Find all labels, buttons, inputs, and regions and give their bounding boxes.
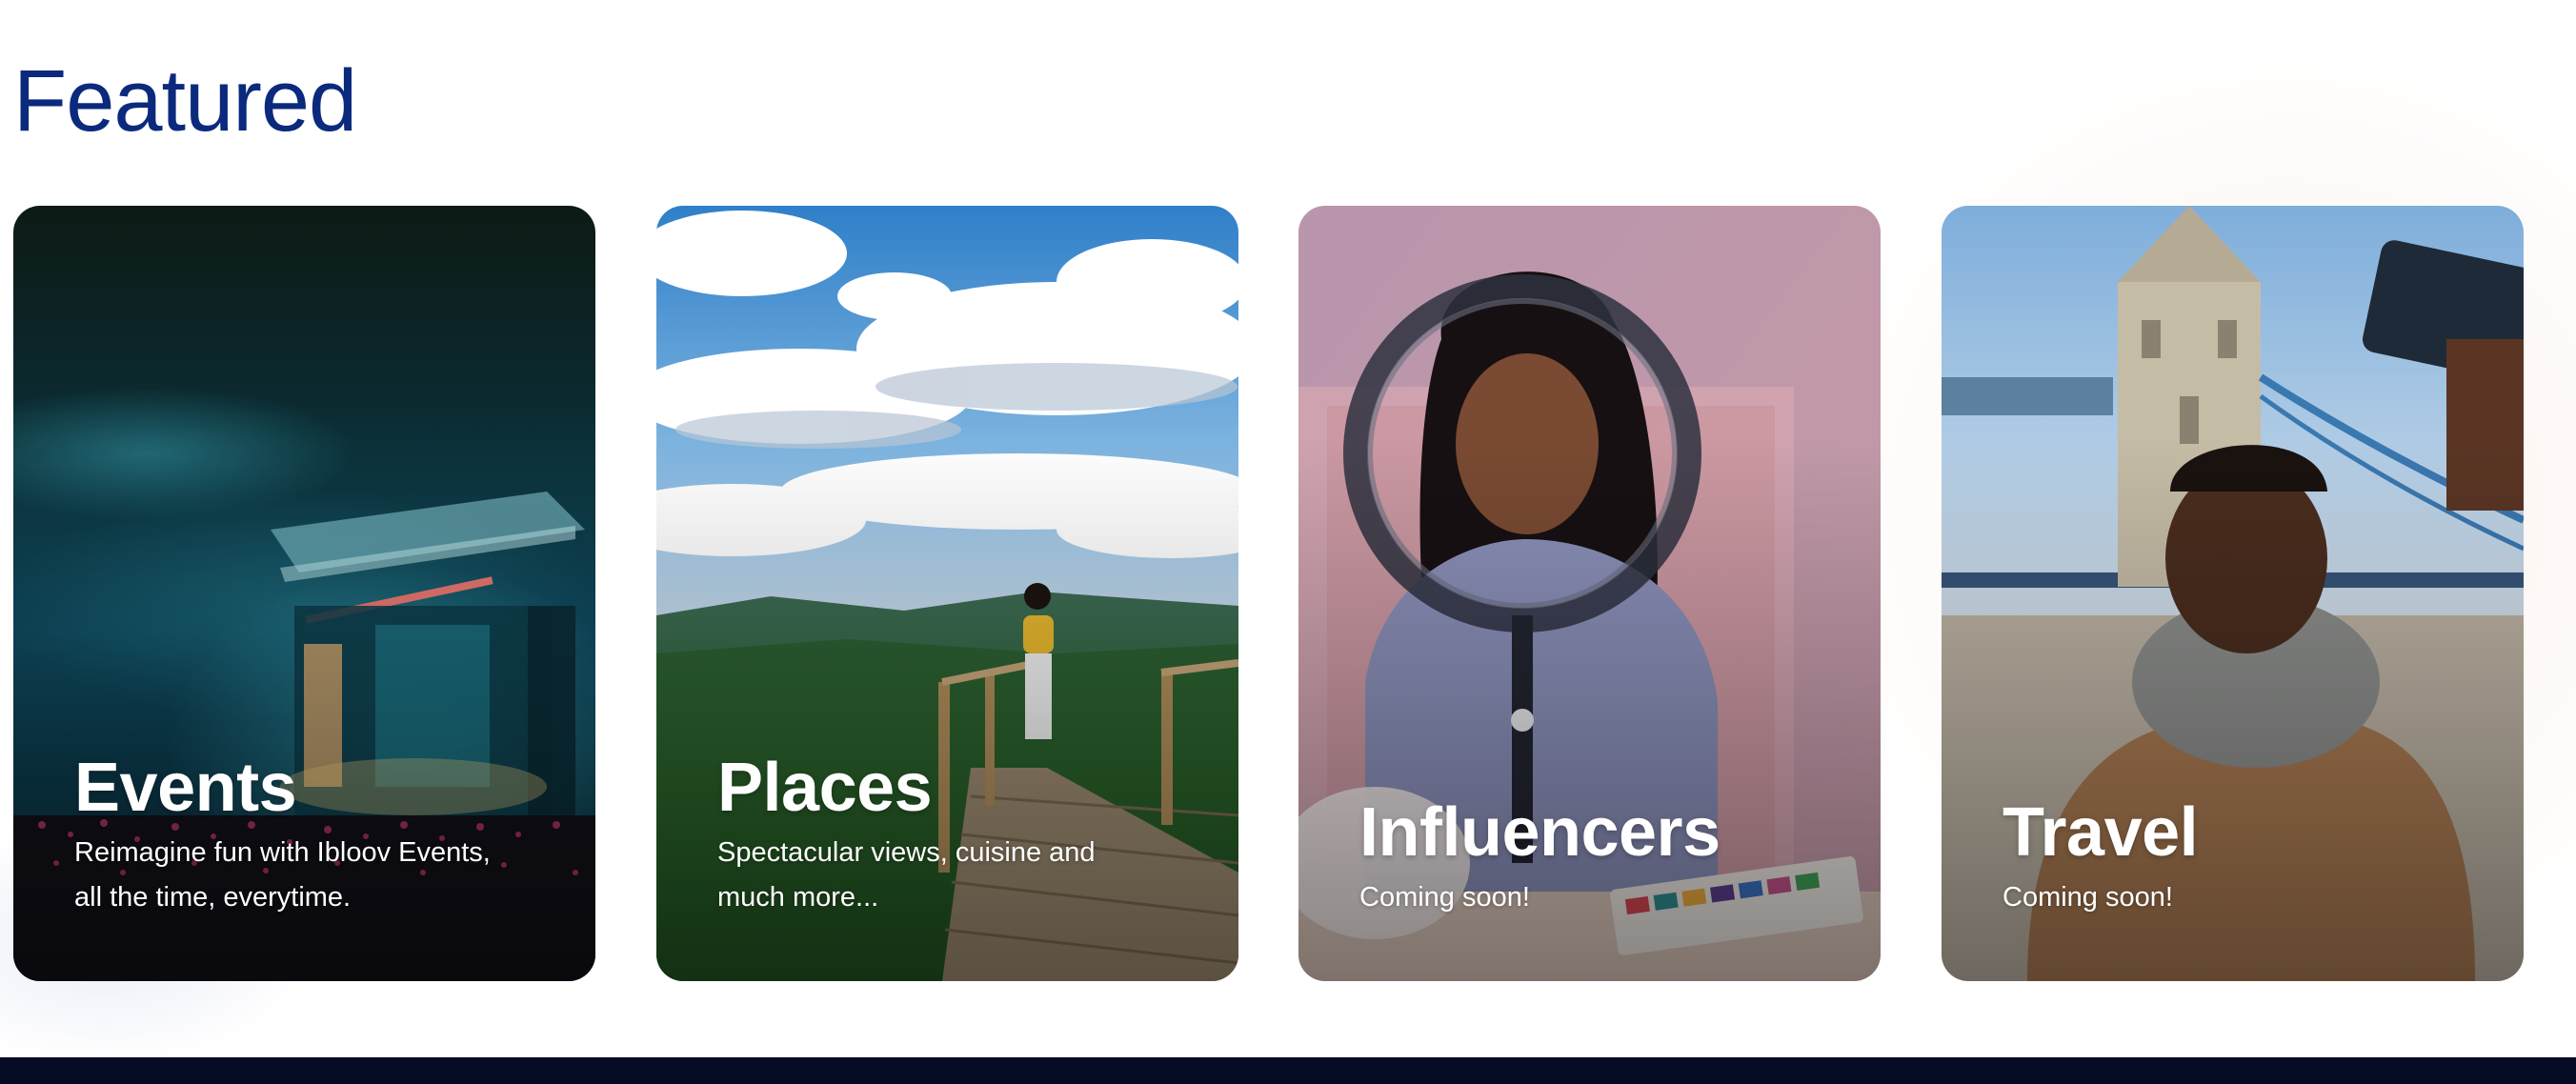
- section-title: Featured: [13, 52, 357, 150]
- card-influencers[interactable]: Influencers Coming soon!: [1298, 206, 1881, 981]
- featured-page: Featured Events Reimagine fun with Ibloo…: [0, 0, 2576, 1084]
- card-text: Influencers Coming soon!: [1359, 793, 1842, 920]
- card-places[interactable]: Places Spectacular views, cuisine and mu…: [656, 206, 1238, 981]
- card-description: Spectacular views, cuisine and much more…: [717, 837, 1096, 913]
- card-description: Coming soon!: [2002, 882, 2173, 913]
- card-events[interactable]: Events Reimagine fun with Ibloov Events,…: [13, 206, 595, 981]
- card-text: Events Reimagine fun with Ibloov Events,…: [74, 749, 557, 920]
- card-description: Coming soon!: [1359, 882, 1530, 913]
- card-title: Travel: [2002, 794, 2199, 871]
- card-title: Influencers: [1359, 794, 1721, 871]
- card-description: Reimagine fun with Ibloov Events, all th…: [74, 837, 491, 913]
- footer-bar: [0, 1057, 2576, 1084]
- card-travel[interactable]: Travel Coming soon!: [1942, 206, 2524, 981]
- card-text: Travel Coming soon!: [2002, 793, 2485, 920]
- card-title: Events: [74, 750, 297, 826]
- featured-cards: Events Reimagine fun with Ibloov Events,…: [13, 206, 2524, 981]
- card-text: Places Spectacular views, cuisine and mu…: [717, 749, 1200, 920]
- card-title: Places: [717, 750, 933, 826]
